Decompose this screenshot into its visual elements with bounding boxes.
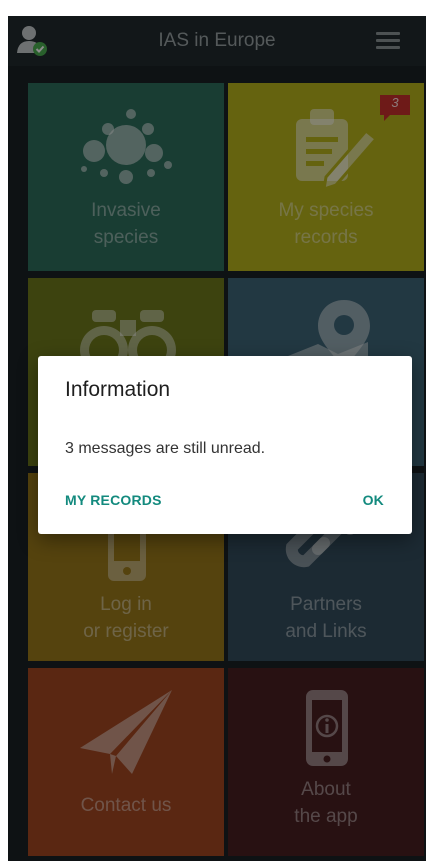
dialog-title: Information xyxy=(65,378,171,401)
ok-button[interactable]: OK xyxy=(363,492,384,508)
information-dialog: Information 3 messages are still unread.… xyxy=(38,356,412,534)
dialog-message: 3 messages are still unread. xyxy=(65,440,266,457)
app-screen: IAS in Europe Invasive species 3 My spec… xyxy=(8,16,426,861)
my-records-button[interactable]: MY RECORDS xyxy=(65,492,162,508)
